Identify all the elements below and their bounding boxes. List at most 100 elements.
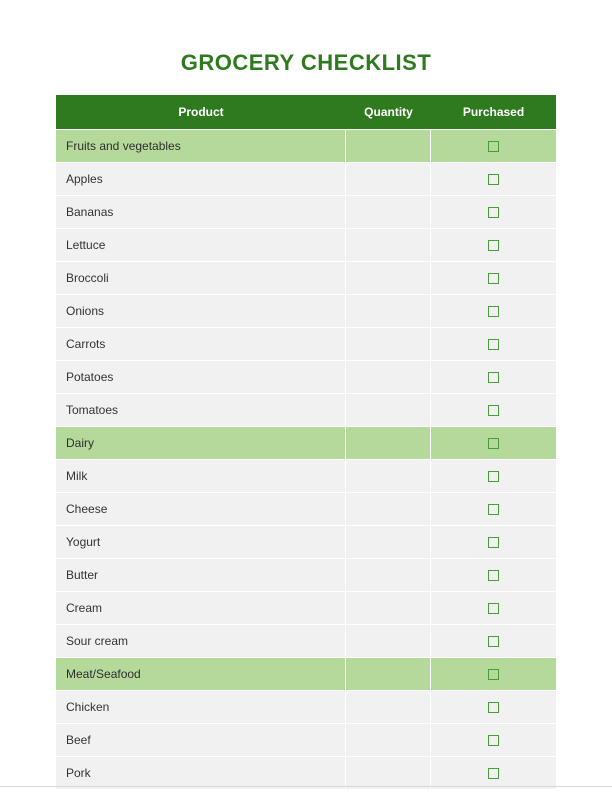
checkbox-icon[interactable] [488,240,499,251]
checkbox-icon[interactable] [488,273,499,284]
table-row: Meat/Seafood [56,658,556,690]
footer-divider [0,786,612,787]
product-cell: Potatoes [56,361,346,393]
column-header-product: Product [56,95,346,129]
table-row: Yogurt [56,526,556,558]
checkbox-icon[interactable] [488,174,499,185]
quantity-cell[interactable] [346,691,431,723]
checkbox-icon[interactable] [488,405,499,416]
purchased-cell [431,361,556,393]
quantity-cell[interactable] [346,460,431,492]
product-cell: Beef [56,724,346,756]
purchased-cell [431,559,556,591]
table-row: Dairy [56,427,556,459]
product-cell: Milk [56,460,346,492]
purchased-cell [431,229,556,261]
quantity-cell[interactable] [346,394,431,426]
purchased-cell [431,295,556,327]
table-row: Potatoes [56,361,556,393]
checkbox-icon[interactable] [488,735,499,746]
quantity-cell[interactable] [346,196,431,228]
checkbox-icon[interactable] [488,372,499,383]
purchased-cell [431,691,556,723]
table-row: Tomatoes [56,394,556,426]
product-cell: Cheese [56,493,346,525]
product-cell: Lettuce [56,229,346,261]
purchased-cell [431,757,556,789]
quantity-cell[interactable] [346,262,431,294]
table-header-row: Product Quantity Purchased [56,95,556,129]
checkbox-icon[interactable] [488,471,499,482]
quantity-cell[interactable] [346,295,431,327]
checkbox-icon[interactable] [488,207,499,218]
purchased-cell [431,427,556,459]
product-cell: Chicken [56,691,346,723]
checkbox-icon[interactable] [488,702,499,713]
quantity-cell[interactable] [346,328,431,360]
product-cell: Broccoli [56,262,346,294]
product-cell: Dairy [56,427,346,459]
quantity-cell[interactable] [346,658,431,690]
checkbox-icon[interactable] [488,603,499,614]
table-row: Broccoli [56,262,556,294]
purchased-cell [431,592,556,624]
checkbox-icon[interactable] [488,669,499,680]
table-row: Apples [56,163,556,195]
quantity-cell[interactable] [346,724,431,756]
table-row: Beef [56,724,556,756]
table-row: Cream [56,592,556,624]
quantity-cell[interactable] [346,559,431,591]
checkbox-icon[interactable] [488,438,499,449]
purchased-cell [431,262,556,294]
quantity-cell[interactable] [346,163,431,195]
table-row: Pork [56,757,556,789]
product-cell: Apples [56,163,346,195]
column-header-purchased: Purchased [431,95,556,129]
table-row: Butter [56,559,556,591]
product-cell: Onions [56,295,346,327]
purchased-cell [431,196,556,228]
purchased-cell [431,526,556,558]
purchased-cell [431,328,556,360]
product-cell: Cream [56,592,346,624]
page-title: GROCERY CHECKLIST [56,50,556,76]
product-cell: Sour cream [56,625,346,657]
checkbox-icon[interactable] [488,537,499,548]
checkbox-icon[interactable] [488,570,499,581]
purchased-cell [431,163,556,195]
quantity-cell[interactable] [346,757,431,789]
purchased-cell [431,493,556,525]
purchased-cell [431,625,556,657]
product-cell: Bananas [56,196,346,228]
product-cell: Butter [56,559,346,591]
quantity-cell[interactable] [346,526,431,558]
table-row: Cheese [56,493,556,525]
column-header-quantity: Quantity [346,95,431,129]
checkbox-icon[interactable] [488,504,499,515]
grocery-table: Product Quantity Purchased Fruits and ve… [56,94,556,790]
checkbox-icon[interactable] [488,306,499,317]
quantity-cell[interactable] [346,427,431,459]
purchased-cell [431,130,556,162]
product-cell: Yogurt [56,526,346,558]
quantity-cell[interactable] [346,361,431,393]
table-row: Milk [56,460,556,492]
quantity-cell[interactable] [346,625,431,657]
quantity-cell[interactable] [346,493,431,525]
checkbox-icon[interactable] [488,768,499,779]
checkbox-icon[interactable] [488,636,499,647]
purchased-cell [431,394,556,426]
table-row: Chicken [56,691,556,723]
quantity-cell[interactable] [346,130,431,162]
purchased-cell [431,460,556,492]
quantity-cell[interactable] [346,229,431,261]
purchased-cell [431,724,556,756]
quantity-cell[interactable] [346,592,431,624]
table-row: Carrots [56,328,556,360]
product-cell: Carrots [56,328,346,360]
checkbox-icon[interactable] [488,339,499,350]
checkbox-icon[interactable] [488,141,499,152]
product-cell: Pork [56,757,346,789]
table-row: Bananas [56,196,556,228]
table-row: Onions [56,295,556,327]
